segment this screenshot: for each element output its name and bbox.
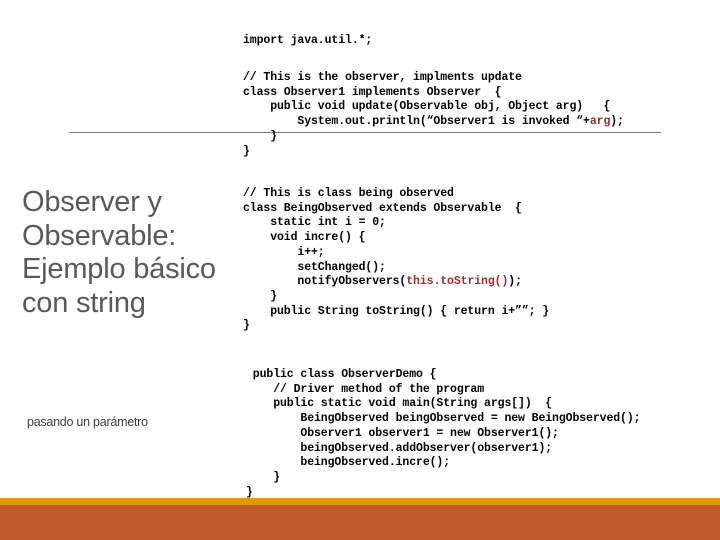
code-block-beingobserved: // This is class being observed class Be… bbox=[243, 187, 549, 334]
code-text-observer1-pre: // This is the observer, implments updat… bbox=[243, 71, 611, 129]
code-block-observerdemo: public class ObserverDemo { // Driver me… bbox=[246, 368, 641, 499]
page-title: Observer y Observable: Ejemplo básico co… bbox=[22, 186, 224, 319]
code-highlight-arg: arg bbox=[589, 115, 611, 129]
code-highlight-this-tostring: this.toString() bbox=[406, 275, 509, 289]
slide-canvas: Observer y Observable: Ejemplo básico co… bbox=[0, 0, 720, 540]
code-text-beingobserved-pre: // This is class being observed class Be… bbox=[243, 187, 522, 289]
code-block-import: import java.util.*; bbox=[243, 34, 373, 47]
footer-accent-band bbox=[0, 505, 720, 540]
code-block-observer1: // This is the observer, implments updat… bbox=[243, 71, 624, 159]
title-block: Observer y Observable: Ejemplo básico co… bbox=[22, 186, 230, 320]
page-subtitle: pasando un parámetro bbox=[27, 415, 148, 429]
